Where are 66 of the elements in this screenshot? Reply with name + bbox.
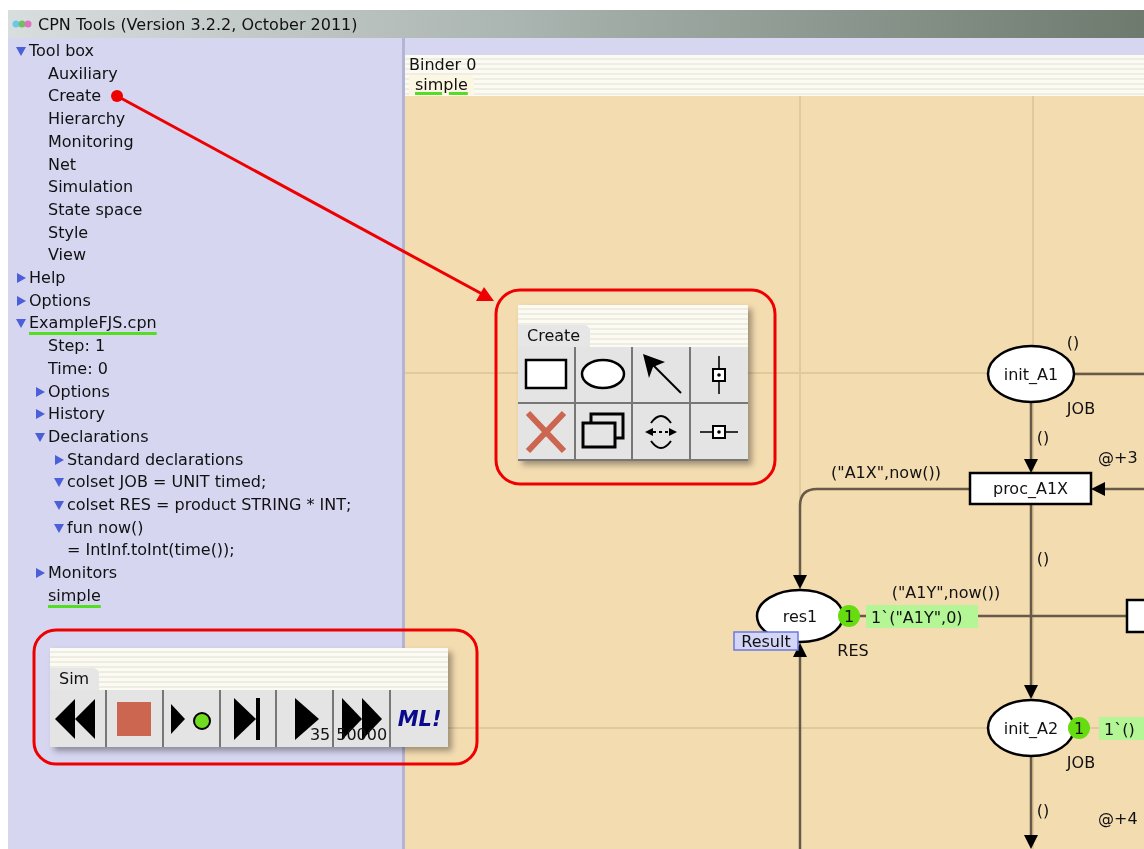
tree-item[interactable]: Net	[48, 153, 77, 177]
tree-item[interactable]: colset JOB = UNIT timed;	[67, 471, 267, 495]
transition-box: proc_A1X	[968, 471, 1093, 506]
arc-arrow	[1091, 482, 1144, 496]
monitor-tag: Result	[733, 631, 799, 651]
page-tab[interactable]: simple	[409, 75, 474, 95]
tree-item[interactable]: History	[48, 403, 105, 426]
tree-item[interactable]: Simulation	[48, 176, 134, 199]
tree-item[interactable]: Create	[48, 85, 102, 109]
tree-item[interactable]: Standard declarations	[67, 448, 244, 472]
horizontal-connector-icon	[699, 424, 740, 439]
arc-inscription: @+3	[1098, 447, 1138, 467]
collapsed-triangle-icon[interactable]	[15, 272, 27, 285]
collapsed-triangle-icon[interactable]	[15, 294, 27, 307]
app-logo-icon	[12, 18, 32, 30]
tree-item[interactable]: Help	[29, 267, 66, 290]
transition-box	[1125, 598, 1144, 634]
tree-item[interactable]: Step: 1	[48, 335, 106, 358]
tool-button[interactable]	[518, 347, 576, 404]
tree-item[interactable]: State space	[48, 198, 143, 222]
expanded-triangle-icon[interactable]	[53, 499, 65, 512]
tool-button[interactable]	[575, 404, 633, 461]
arc-inscription: ("A1X",now())	[831, 462, 941, 482]
token-count: 1	[1068, 717, 1090, 739]
tool-button[interactable]	[633, 404, 691, 461]
arc-inscription: ("A1Y",now())	[891, 582, 1001, 602]
arc-inscription: ()	[1036, 427, 1050, 447]
expanded-triangle-icon[interactable]	[15, 317, 27, 330]
tool-button[interactable]	[633, 347, 691, 404]
tree-item[interactable]: simple	[48, 584, 101, 608]
tree-item[interactable]: Options	[29, 289, 91, 313]
tree-item[interactable]: Declarations	[48, 425, 149, 449]
tree-item[interactable]: Time: 0	[48, 357, 108, 381]
collapsed-triangle-icon[interactable]	[53, 453, 65, 466]
tree-item[interactable]: Options	[48, 380, 110, 404]
marking-label: 1`("A1Y",0)	[866, 605, 978, 628]
stop-icon	[117, 701, 152, 736]
marking-label: 1`()	[1099, 717, 1144, 740]
window-title: CPN Tools (Version 3.2.2, October 2011)	[38, 14, 358, 34]
expanded-triangle-icon[interactable]	[15, 45, 27, 57]
token-count: 1	[838, 605, 860, 627]
arc-arrow	[1024, 402, 1038, 473]
arc-line	[1074, 372, 1144, 376]
tree-item[interactable]: colset RES = product STRING * INT;	[67, 494, 352, 517]
tree-item[interactable]: View	[48, 244, 86, 268]
expanded-triangle-icon[interactable]	[53, 476, 65, 489]
tool-button[interactable]	[575, 347, 633, 404]
vertical-connector-icon	[711, 354, 728, 395]
binder-title: Binder 0	[409, 55, 478, 75]
collapsed-triangle-icon[interactable]	[34, 567, 46, 580]
tree-item[interactable]: Tool box	[29, 40, 95, 63]
expanded-triangle-icon[interactable]	[34, 430, 46, 443]
collapsed-triangle-icon[interactable]	[34, 408, 46, 421]
tree-item[interactable]: fun now() = IntInf.toInt(time());	[67, 516, 235, 563]
colour-set-label: RES	[837, 640, 869, 660]
tree-item[interactable]: Monitoring	[48, 130, 134, 154]
tree-item[interactable]: Monitors	[48, 562, 118, 585]
expanded-triangle-icon[interactable]	[53, 521, 65, 534]
arc-inscription: ()	[1036, 548, 1050, 568]
tree-item[interactable]: Style	[48, 221, 89, 245]
tree-item[interactable]: Hierarchy	[48, 108, 126, 131]
collapsed-triangle-icon[interactable]	[34, 385, 46, 398]
tree-item[interactable]: Auxiliary	[48, 62, 118, 86]
arc-inscription: @+4	[1098, 808, 1138, 828]
tree-item[interactable]: ExampleFJS.cpn	[29, 312, 157, 336]
arc-inscription: ()	[1036, 800, 1050, 820]
